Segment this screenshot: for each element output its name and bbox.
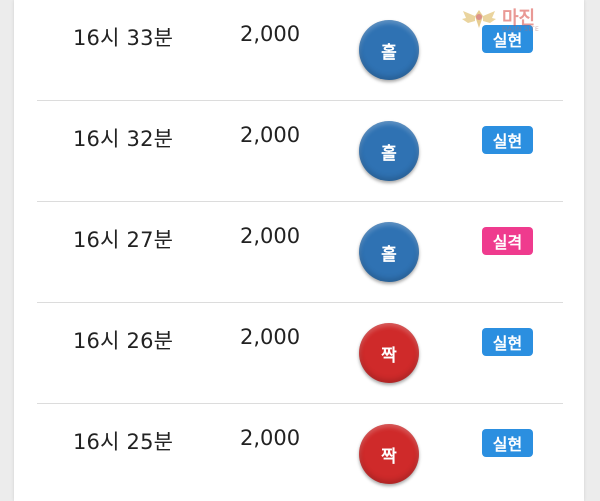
bet-amount: 2,000 — [240, 22, 301, 46]
bet-time: 16시 27분 — [73, 228, 174, 252]
logo-subtitle: MAJIN SITE — [502, 26, 540, 33]
pick-ball: 짝 — [359, 323, 419, 383]
result-badge: 실격 — [482, 227, 533, 255]
bet-row[interactable]: 16시 26분 2,000 짝 실현 — [37, 303, 563, 404]
bet-time: 16시 25분 — [73, 430, 174, 454]
result-badge: 실현 — [482, 126, 533, 154]
bet-amount: 2,000 — [240, 123, 301, 147]
bet-amount: 2,000 — [240, 426, 301, 450]
winged-emblem-icon — [462, 10, 496, 28]
bet-row[interactable]: 16시 32분 2,000 홀 실현 — [37, 101, 563, 202]
bet-time: 16시 33분 — [73, 26, 174, 50]
bet-amount: 2,000 — [240, 325, 301, 349]
bet-amount: 2,000 — [240, 224, 301, 248]
bet-time: 16시 32분 — [73, 127, 174, 151]
site-logo: 마진 MAJIN SITE — [462, 2, 596, 38]
pick-ball: 홀 — [359, 222, 419, 282]
pick-ball: 홀 — [359, 121, 419, 181]
pick-ball: 짝 — [359, 424, 419, 484]
bet-row[interactable]: 16시 25분 2,000 짝 실현 — [37, 404, 563, 501]
bet-time: 16시 26분 — [73, 329, 174, 353]
result-badge: 실현 — [482, 429, 533, 457]
bet-row[interactable]: 16시 27분 2,000 홀 실격 — [37, 202, 563, 303]
pick-ball: 홀 — [359, 20, 419, 80]
bet-history-list: 16시 33분 2,000 홀 실현 16시 32분 2,000 홀 실현 16… — [14, 0, 584, 501]
result-badge: 실현 — [482, 328, 533, 356]
